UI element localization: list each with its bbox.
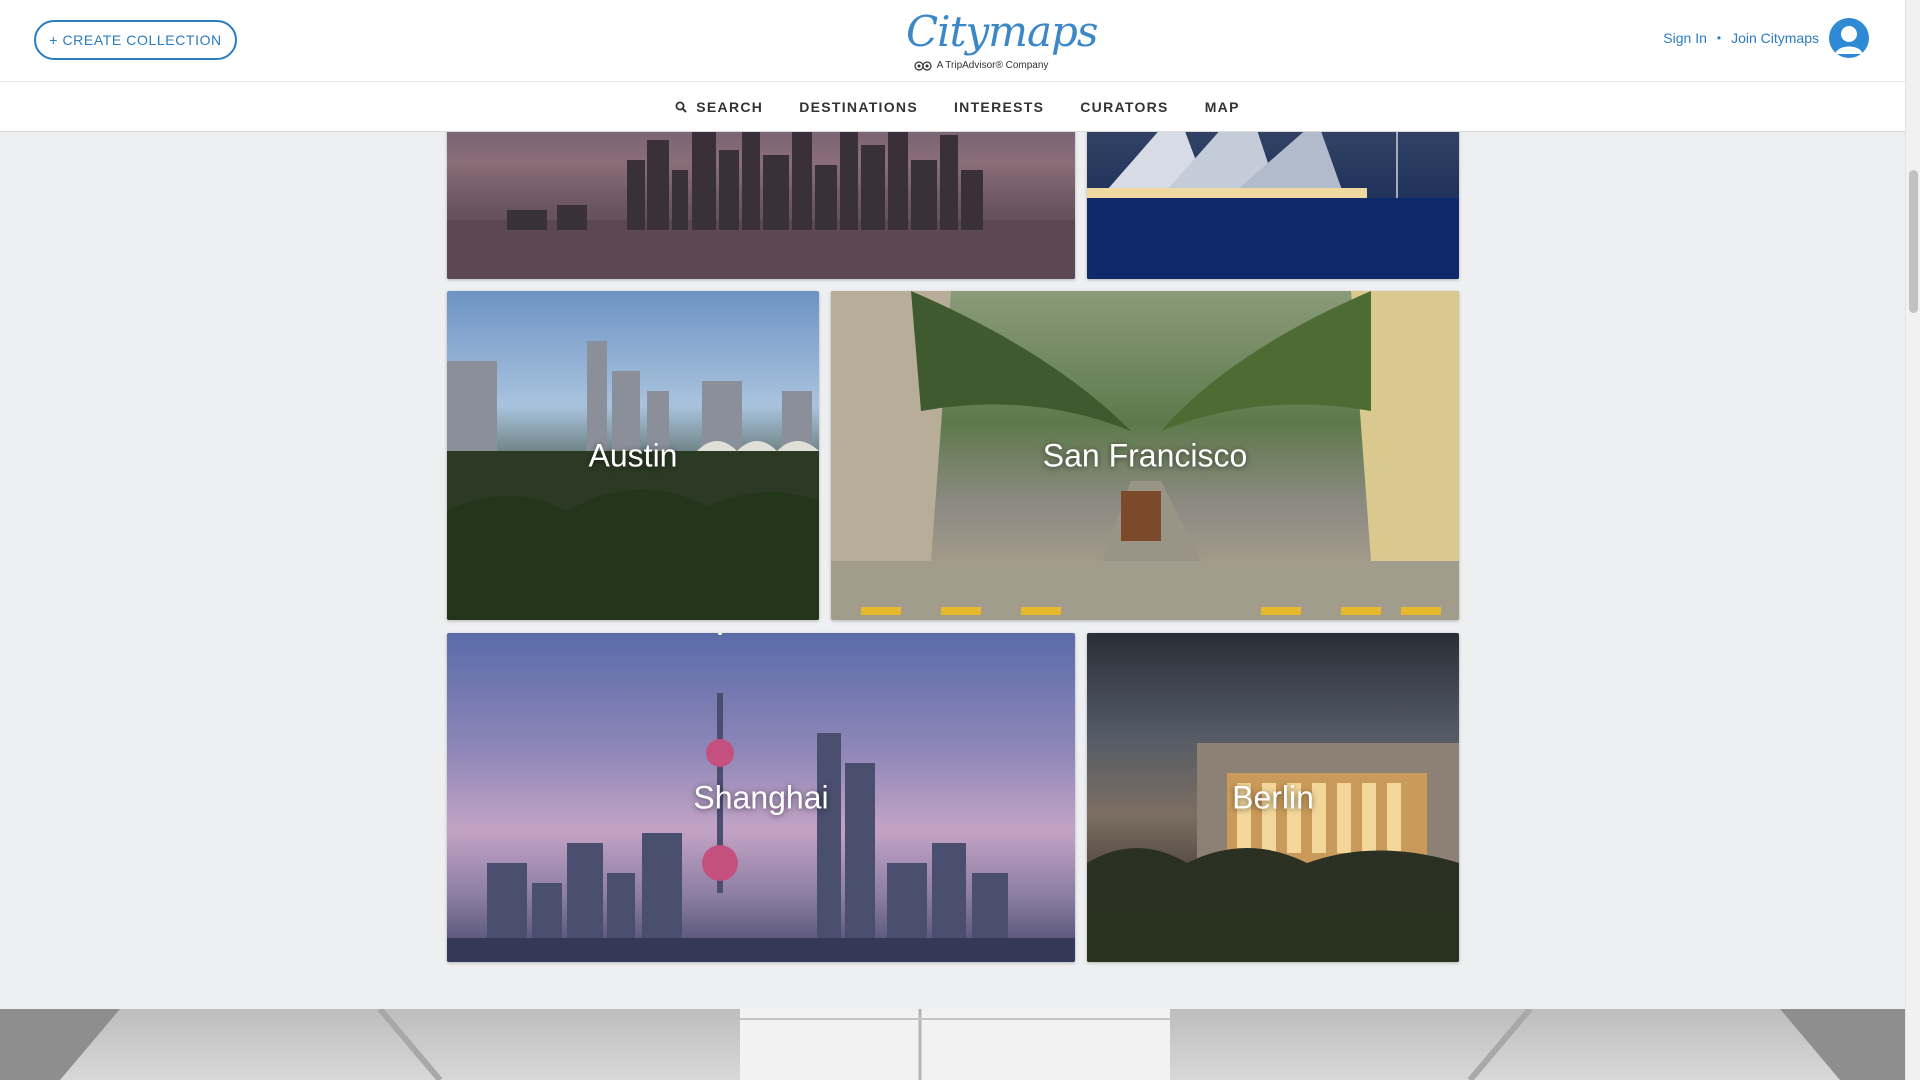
destination-tile-berlin[interactable]: Berlin	[1087, 633, 1459, 962]
join-citymaps-link[interactable]: Join Citymaps	[1731, 30, 1819, 46]
bottom-hero-banner	[0, 1009, 1905, 1080]
bottom-hero-image	[0, 1009, 1905, 1080]
page-scrollbar[interactable]	[1905, 0, 1920, 1080]
nav-curators[interactable]: CURATORS	[1080, 99, 1168, 115]
user-avatar-icon[interactable]	[1829, 18, 1869, 58]
logo-wordmark: Citymaps	[906, 7, 1098, 56]
destination-tile-shanghai[interactable]: Shanghai	[447, 633, 1075, 962]
tripadvisor-owl-icon	[913, 60, 932, 71]
tile-label-berlin: Berlin	[1232, 779, 1314, 815]
nav-destinations[interactable]: DESTINATIONS	[799, 99, 918, 115]
search-icon	[675, 101, 687, 113]
scrollbar-thumb[interactable]	[1909, 170, 1918, 313]
nav-map[interactable]: MAP	[1205, 99, 1240, 115]
tile-label-san-francisco: San Francisco	[1042, 437, 1248, 473]
tagline-text: A TripAdvisor® Company	[936, 60, 1049, 71]
destination-tile-san-francisco[interactable]: San Francisco	[831, 291, 1459, 620]
nav-search-label: SEARCH	[696, 98, 764, 115]
citymaps-logo[interactable]: Citymaps A TripAdvisor® Company	[906, 6, 1098, 78]
account-links: Sign In • Join Citymaps	[1663, 18, 1869, 58]
link-separator: •	[1716, 31, 1722, 45]
destination-tile-austin[interactable]: Austin	[447, 291, 819, 620]
nav-interests[interactable]: INTERESTS	[954, 99, 1044, 115]
tile-label-shanghai: Shanghai	[693, 779, 829, 815]
main-nav: SEARCH DESTINATIONS INTERESTS CURATORS M…	[0, 82, 1905, 132]
logo-tagline: A TripAdvisor® Company	[906, 60, 1056, 71]
sign-in-link[interactable]: Sign In	[1663, 30, 1707, 46]
tile-label-austin: Austin	[588, 437, 678, 473]
create-collection-button[interactable]: + CREATE COLLECTION	[34, 20, 237, 60]
nav-search[interactable]: SEARCH	[675, 99, 763, 115]
top-header: + CREATE COLLECTION Citymaps A TripAdvis…	[0, 0, 1905, 82]
